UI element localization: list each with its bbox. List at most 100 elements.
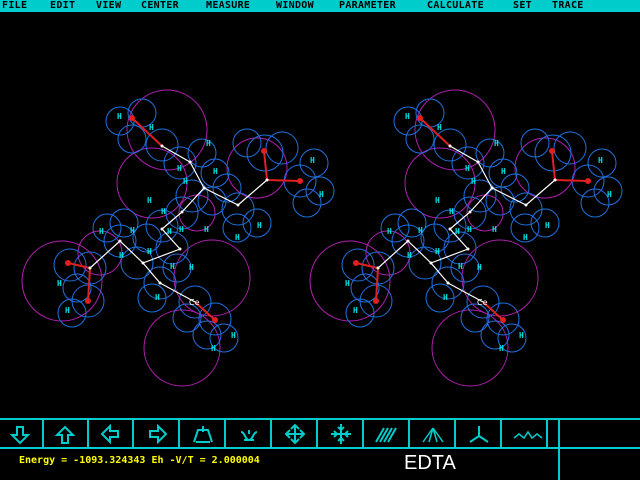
- hatch-icon: [375, 427, 397, 443]
- menu-edit[interactable]: EDIT: [50, 0, 75, 12]
- hydrogen-atom-label: H: [545, 221, 550, 230]
- toolbar-right-panel: [558, 418, 560, 480]
- rotate-up-icon: [193, 426, 213, 443]
- menu-center[interactable]: CENTER: [141, 0, 179, 12]
- hydrogen-atom-label: H: [407, 251, 412, 260]
- menu-set[interactable]: SET: [513, 0, 532, 12]
- menu-trace[interactable]: TRACE: [552, 0, 584, 12]
- hydrogen-atom-label: H: [345, 279, 350, 288]
- hydrogen-atom-label: H: [435, 196, 440, 205]
- bond: [263, 150, 268, 181]
- right-molecule: CeHHHHHHHHHHHHHHH HHHHHHHHHH H: [309, 89, 623, 387]
- atom: [476, 160, 480, 164]
- toolbar-button-hatch[interactable]: [366, 420, 410, 448]
- oxygen-atom: [297, 178, 303, 184]
- atom: [429, 261, 433, 265]
- vdw-sphere: [450, 253, 480, 283]
- bond: [375, 267, 379, 302]
- atom: [448, 144, 452, 148]
- toolbar-button-arrow-right[interactable]: [136, 420, 180, 448]
- hydrogen-atom-label: H: [523, 233, 528, 242]
- contract-icon: [331, 424, 351, 444]
- hydrogen-atom-label: H: [206, 139, 211, 148]
- arrow-down-icon: [9, 426, 31, 445]
- atom: [118, 239, 122, 243]
- atom: [178, 247, 182, 251]
- oxygen-atom: [549, 148, 555, 154]
- vdw-sphere: [62, 273, 92, 303]
- toolbar-button-contract[interactable]: [320, 420, 364, 448]
- hydrogen-atom-label: H: [117, 112, 122, 121]
- atom: [88, 266, 92, 270]
- hydrogen-atom-label: H: [204, 225, 209, 234]
- menu-file[interactable]: FILE: [2, 0, 27, 12]
- bond: [430, 262, 449, 284]
- oxygen-atom: [373, 298, 379, 304]
- molecule-name: EDTA: [404, 452, 456, 474]
- toolbar-button-rotate-down[interactable]: [228, 420, 272, 448]
- hydrogen-atom-label: H: [353, 306, 358, 315]
- toolbar-button-arrow-down[interactable]: [0, 420, 44, 448]
- hydrogen-atom-label: H: [458, 262, 463, 271]
- hydrogen-atom-label: H: [443, 293, 448, 302]
- oxygen-atom: [417, 115, 423, 121]
- hydrogen-atom-label: H: [119, 251, 124, 260]
- hydrogen-atom-label: H: [231, 331, 236, 340]
- oxygen-atom: [500, 317, 506, 323]
- bond: [266, 179, 301, 182]
- hydrogen-atom-label: H: [147, 196, 152, 205]
- atom: [202, 186, 206, 190]
- hydrogen-atom-label: H: [437, 123, 442, 132]
- hydrogen-atom-label: H: [189, 263, 194, 272]
- hydrogen-atom-label: H: [149, 123, 154, 132]
- hydrogen-atom-label: H: [179, 225, 184, 234]
- fan-icon: [422, 427, 444, 443]
- bond: [355, 262, 379, 269]
- atom: [448, 227, 452, 231]
- vdw-sphere-large: [173, 239, 251, 317]
- hydrogen-atom-label: H: [519, 331, 524, 340]
- vdw-sphere: [137, 283, 167, 313]
- toolbar-button-fan[interactable]: [412, 420, 456, 448]
- vdw-sphere-large: [466, 194, 504, 232]
- vdw-sphere: [92, 213, 122, 243]
- hydrogen-atom-label: H: [155, 293, 160, 302]
- molecule-viewport[interactable]: Ce H H H H H H H H H H H H H H H H H H H H H H H H H H Ce H H H H H H H H H H…: [2, 13, 638, 418]
- menu-calculate[interactable]: CALCULATE: [427, 0, 484, 12]
- vdw-sphere: [162, 253, 192, 283]
- stereo-molecule-view[interactable]: CeHHHHHHHHHHHHHHH HHHHHHHHHH HCeHHHHHHHHHH…: [2, 13, 638, 418]
- cerium-atom-label: Ce: [189, 298, 200, 307]
- arrow-up-icon: [54, 425, 76, 444]
- atom: [180, 210, 184, 214]
- atom: [468, 210, 472, 214]
- toolbar-button-rotate-up[interactable]: [182, 420, 226, 448]
- hydrogen-atom-label: H: [435, 247, 440, 256]
- left-molecule: CeHHHHHHHHHHHHHHH HHHHHHHHHH H: [21, 89, 335, 387]
- menu-measure[interactable]: MEASURE: [206, 0, 250, 12]
- hydrogen-atom-label: H: [477, 263, 482, 272]
- hydrogen-atom-label: H: [501, 167, 506, 176]
- arrow-right-icon: [149, 423, 168, 445]
- expand-icon: [284, 423, 306, 445]
- vdw-sphere: [350, 273, 380, 303]
- menu-bar: FILE EDIT VIEW CENTER MEASURE WINDOW PAR…: [0, 0, 640, 12]
- menu-window[interactable]: WINDOW: [276, 0, 314, 12]
- vdw-sphere: [443, 231, 477, 265]
- atom: [158, 281, 162, 285]
- energy-readout: Energy = -1093.324343 Eh -V/T = 2.000004: [19, 455, 260, 466]
- toolbar-button-wave[interactable]: [504, 420, 548, 448]
- toolbar-button-expand[interactable]: [274, 420, 318, 448]
- menu-view[interactable]: VIEW: [96, 0, 121, 12]
- toolbar-button-arrow-up[interactable]: [45, 420, 89, 448]
- vdw-sphere: [292, 188, 322, 218]
- vdw-sphere: [380, 213, 410, 243]
- menu-parameter[interactable]: PARAMETER: [339, 0, 396, 12]
- atom: [466, 247, 470, 251]
- hydrogen-atom-label: H: [455, 227, 460, 236]
- toolbar-button-tripod[interactable]: [458, 420, 502, 448]
- oxygen-atom: [585, 178, 591, 184]
- atom: [265, 178, 269, 182]
- oxygen-atom: [353, 260, 359, 266]
- hydrogen-atom-label: H: [177, 164, 182, 173]
- toolbar-button-arrow-left[interactable]: [90, 420, 134, 448]
